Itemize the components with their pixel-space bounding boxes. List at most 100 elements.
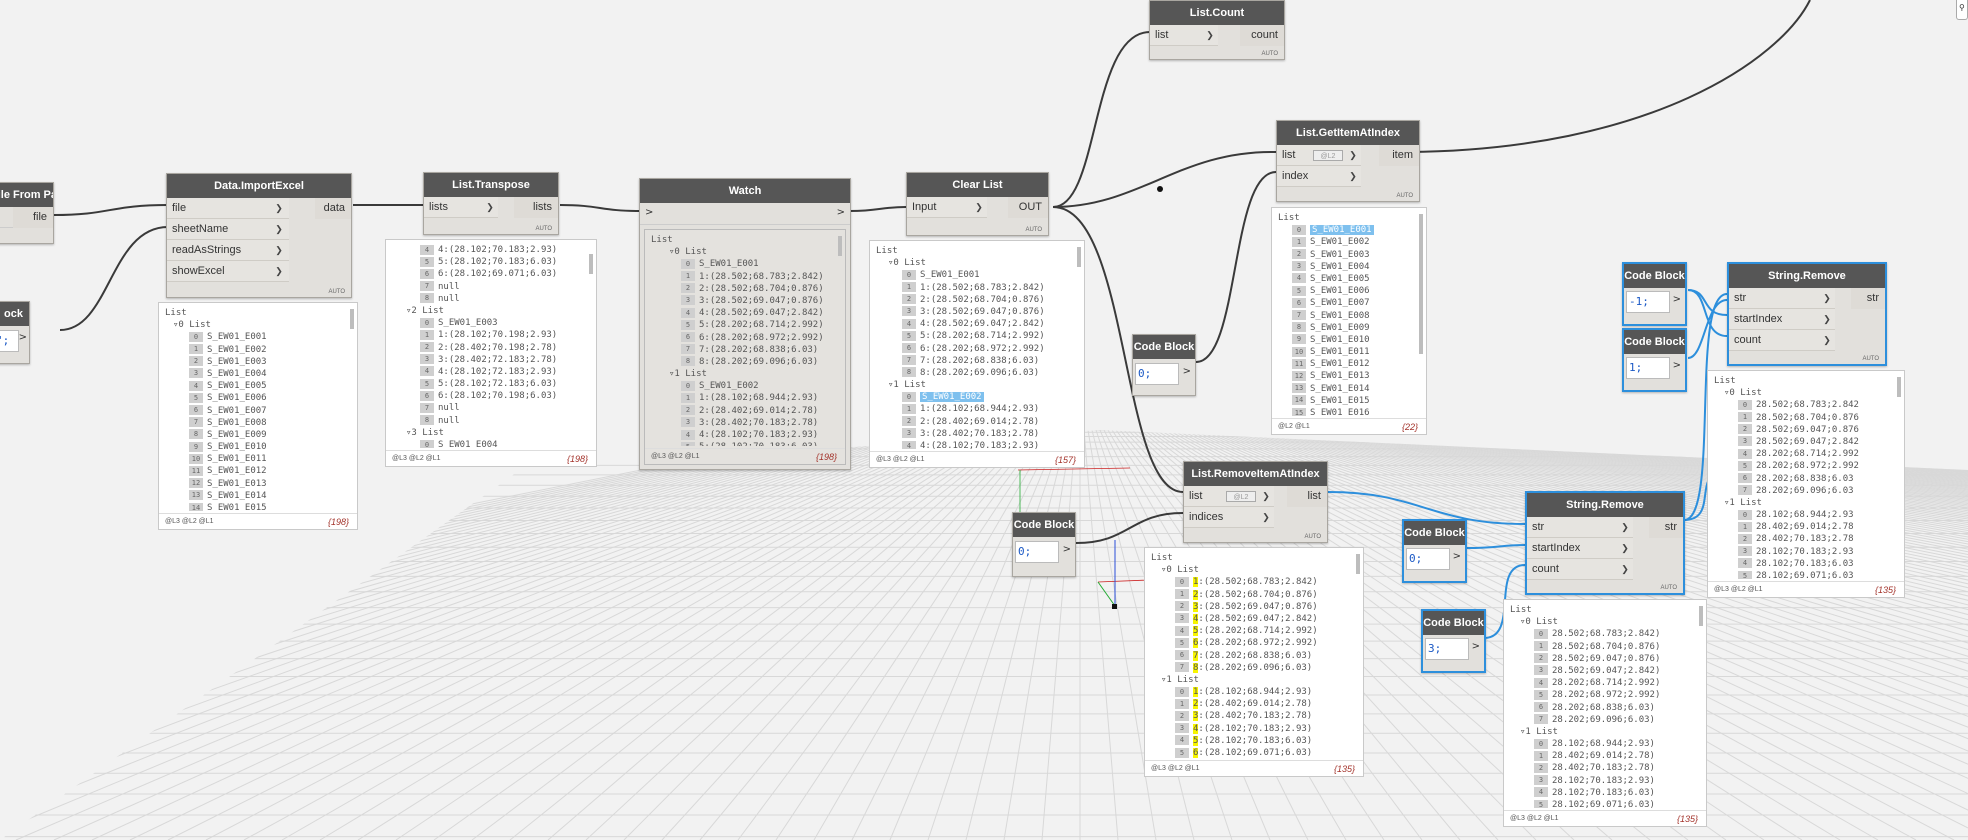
scrollbar[interactable]: [1419, 214, 1423, 354]
preview-watch[interactable]: List ▿0 List 0 S_EW01_E001 1 1:(28.502;68.783…: [644, 229, 846, 465]
preview-list: List ▿0 List 0 S_EW01_E001 1 1:(28.502;68.783…: [651, 234, 835, 446]
output-port[interactable]: >: [1673, 294, 1681, 305]
node-list-count[interactable]: List.Count list ❯ count AUTO: [1149, 0, 1285, 60]
output-port[interactable]: >: [1453, 551, 1461, 562]
scrollbar[interactable]: [1699, 606, 1703, 626]
output-port-file[interactable]: file: [13, 207, 53, 228]
input-port-showexcel[interactable]: showExcel ❯: [167, 261, 289, 282]
preview-transpose[interactable]: 4 4:(28.102;70.183;2.93) 5 5:(28.102;70.183…: [385, 239, 597, 467]
grid-line: [737, 430, 1045, 840]
code-text[interactable]: -1;: [1629, 295, 1649, 308]
node-data-importexcel[interactable]: Data.ImportExcel file ❯ sheetName ❯ readAs…: [166, 173, 352, 298]
node-clear-list[interactable]: Clear List Input ❯ OUT AUTO: [906, 172, 1049, 236]
code-text[interactable]: 0;: [1138, 367, 1151, 380]
preview-importexcel[interactable]: List ▿0 List 0 S_EW01_E001 1 S_EW01_E002 2 S_EW…: [158, 302, 358, 530]
code-text[interactable]: 1;: [1629, 361, 1642, 374]
scrollbar[interactable]: [1356, 554, 1360, 574]
sublist-label: 2 List: [411, 305, 444, 316]
scrollbar[interactable]: [350, 309, 354, 329]
output-port-str[interactable]: str: [1649, 517, 1683, 538]
output-port-data[interactable]: data: [315, 198, 351, 219]
item-value: 28.402;69.014;2.78): [1552, 751, 1655, 762]
item-value: S_EW01_E001: [207, 332, 267, 343]
level-hint[interactable]: @L2: [1313, 150, 1343, 161]
item-index: 0: [1175, 686, 1189, 697]
scrollbar[interactable]: [1077, 247, 1081, 267]
input-port-startindex[interactable]: startIndex ❯: [1527, 538, 1633, 559]
grid-line: [0, 430, 857, 840]
code-text[interactable]: 0;: [1409, 552, 1422, 565]
code-text[interactable]: ";: [0, 334, 9, 347]
list-item: 5 28.102;69.071;6.03: [1714, 570, 1894, 579]
output-port-out[interactable]: OUT: [1008, 197, 1048, 218]
output-port[interactable]: >: [19, 332, 27, 343]
toolbar-tab[interactable]: ⚲: [1956, 0, 1968, 20]
input-port-indices[interactable]: indices ❯: [1184, 507, 1274, 528]
item-value: 2:(28.402;69.014;2.78): [920, 416, 1040, 427]
node-list-removeitematindex[interactable]: List.RemoveItemAtIndex list @L2 ❯ indices ❯…: [1183, 461, 1328, 543]
input-port-list[interactable]: list @L2 ❯: [1184, 486, 1274, 507]
node-code-block-1[interactable]: Code Block 1; >: [1622, 328, 1687, 392]
output-port-str[interactable]: str: [1851, 288, 1885, 309]
list-item: 5 28.202;68.972;2.992: [1714, 460, 1894, 472]
output-port[interactable]: >: [1472, 641, 1480, 652]
node-code-block-indices[interactable]: Code Block 0; >: [1012, 512, 1076, 577]
output-port-count[interactable]: count: [1240, 25, 1284, 46]
item-count: {198}: [327, 517, 349, 527]
output-port-list[interactable]: list: [1287, 486, 1327, 507]
port-label: file: [172, 202, 187, 214]
code-text[interactable]: 3;: [1428, 642, 1441, 655]
input-port-index[interactable]: index ❯: [1277, 166, 1361, 187]
input-port-input[interactable]: Input ❯: [907, 197, 987, 218]
graph-canvas[interactable]: File From Path file ock "; > Data.Import…: [0, 0, 1968, 840]
input-port-sheetname[interactable]: sheetName ❯: [167, 219, 289, 240]
input-port-count[interactable]: count ❯: [1729, 330, 1835, 351]
input-port-count[interactable]: count ❯: [1527, 559, 1633, 580]
scrollbar[interactable]: [589, 254, 593, 274]
node-code-block-count[interactable]: Code Block 3; >: [1421, 609, 1486, 673]
code-text[interactable]: 0;: [1018, 545, 1031, 558]
item-value: 28.102;69.071;6.03: [1756, 571, 1854, 579]
output-port[interactable]: >: [837, 207, 845, 218]
node-code-block-startindex[interactable]: Code Block 0; >: [1402, 519, 1467, 583]
list-item: 4 28.102;70.183;6.03): [1510, 787, 1696, 799]
output-port[interactable]: >: [1063, 544, 1071, 555]
output-port[interactable]: >: [1183, 366, 1191, 377]
input-port-list[interactable]: list ❯: [1150, 25, 1218, 46]
level-hint[interactable]: @L2: [1226, 491, 1256, 502]
input-port-readasstrings[interactable]: readAsStrings ❯: [167, 240, 289, 261]
node-watch[interactable]: Watch > > List ▿0 List 0 S_EW01_E001 1 1:(28.…: [639, 178, 851, 470]
preview-removeitem[interactable]: List ▿0 List 0 1:(28.502;68.783;2.842) 1 2:(2…: [1144, 547, 1364, 777]
preview-clear-list[interactable]: List ▿0 List 0 S_EW01_E001 1 1:(28.502;68.783…: [869, 240, 1085, 468]
node-code-block-minus1[interactable]: Code Block -1; >: [1622, 262, 1687, 326]
level-indicator: @L2 @L1: [1278, 423, 1310, 430]
sublist-label: 1 List: [1729, 497, 1762, 508]
node-code-block-index[interactable]: Code Block 0; >: [1132, 334, 1196, 396]
level-indicator: @L3 @L2 @L1: [165, 518, 214, 525]
input-port-startindex[interactable]: startIndex ❯: [1729, 309, 1835, 330]
scrollbar[interactable]: [838, 236, 842, 256]
output-port[interactable]: >: [1673, 360, 1681, 371]
output-port-lists[interactable]: lists: [514, 197, 558, 218]
list-item: 0 S_EW01_E001: [1278, 224, 1416, 236]
input-port-list[interactable]: list @L2 ❯: [1277, 145, 1361, 166]
input-port-lists[interactable]: lists ❯: [424, 197, 498, 218]
node-string-remove-mid[interactable]: String.Remove str ❯ startIndex ❯ count ❯ st…: [1525, 491, 1685, 595]
preview-getitem[interactable]: List 0 S_EW01_E001 1 S_EW01_E002 2 S_EW01_E003…: [1271, 207, 1427, 435]
node-list-transpose[interactable]: List.Transpose lists ❯ lists AUTO: [423, 172, 559, 235]
node-string-remove-right[interactable]: String.Remove str ❯ startIndex ❯ count ❯ st…: [1727, 262, 1887, 366]
node-file-from-path[interactable]: File From Path file: [0, 182, 54, 244]
preview-string-remove-mid[interactable]: List ▿0 List 0 28.502;68.783;2.842) 1 28.502;…: [1503, 599, 1707, 827]
item-value: S_EW01_E003: [1310, 249, 1370, 260]
node-code-block-left[interactable]: ock "; >: [0, 301, 30, 364]
input-port-str[interactable]: str ❯: [1527, 517, 1633, 538]
preview-string-remove-right[interactable]: List ▿0 List 0 28.502;68.783;2.842 1 28.502;6…: [1707, 370, 1905, 598]
output-port-item[interactable]: item: [1379, 145, 1419, 166]
item-value: 5:(28.102;70.183;6.03): [438, 257, 558, 268]
input-port[interactable]: >: [645, 207, 653, 218]
node-list-getitematindex[interactable]: List.GetItemAtIndex list @L2 ❯ index ❯ item…: [1276, 120, 1420, 202]
scrollbar[interactable]: [1897, 377, 1901, 397]
input-port-file[interactable]: file ❯: [167, 198, 289, 219]
input-port-str[interactable]: str ❯: [1729, 288, 1835, 309]
item-index: 5: [681, 441, 695, 446]
